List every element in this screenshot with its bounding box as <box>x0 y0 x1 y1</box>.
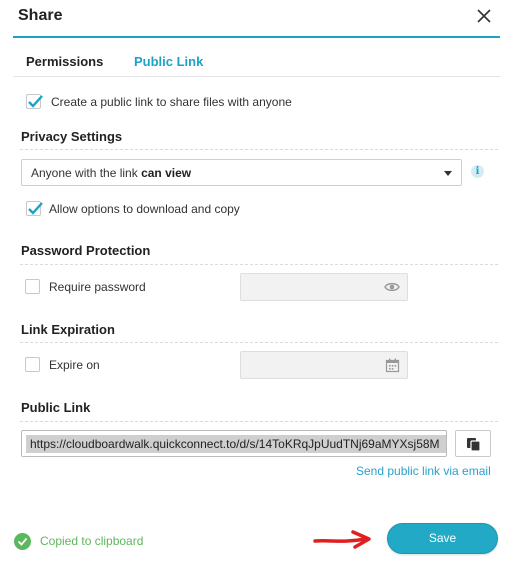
red-arrow-annotation-icon <box>313 530 373 555</box>
tabs-divider <box>13 76 500 77</box>
send-link-via-email-link[interactable]: Send public link via email <box>356 464 491 478</box>
dialog-title: Share <box>18 7 63 24</box>
divider <box>20 149 498 150</box>
public-link-heading: Public Link <box>21 400 91 415</box>
save-button[interactable]: Save <box>387 523 498 554</box>
tab-permissions[interactable]: Permissions <box>26 54 103 69</box>
calendar-icon[interactable] <box>385 358 400 378</box>
divider <box>20 342 498 343</box>
create-link-checkbox[interactable] <box>26 94 43 109</box>
public-link-field[interactable] <box>21 430 447 457</box>
check-circle-icon <box>14 533 31 550</box>
copied-toast-text: Copied to clipboard <box>40 534 144 548</box>
tab-public-link[interactable]: Public Link <box>134 54 203 69</box>
divider <box>20 421 498 422</box>
create-link-label: Create a public link to share files with… <box>51 95 292 109</box>
password-protection-heading: Password Protection <box>21 243 151 258</box>
privacy-settings-heading: Privacy Settings <box>21 129 123 144</box>
chevron-down-icon <box>444 171 452 176</box>
close-icon[interactable] <box>474 6 494 26</box>
eye-icon[interactable] <box>384 280 400 299</box>
public-link-input[interactable] <box>26 435 446 453</box>
copy-link-button[interactable] <box>455 430 491 457</box>
allow-download-checkbox[interactable] <box>26 201 43 216</box>
privacy-select[interactable]: Anyone with the link can view <box>21 159 462 186</box>
header-divider <box>13 36 500 38</box>
allow-download-label: Allow options to download and copy <box>49 202 240 216</box>
copy-icon <box>467 438 481 452</box>
privacy-select-value: Anyone with the link can view <box>31 166 192 180</box>
require-password-label: Require password <box>49 280 146 294</box>
info-icon[interactable]: i <box>471 165 484 178</box>
checkmark-icon <box>28 95 43 108</box>
expiration-date-field[interactable] <box>240 351 408 379</box>
require-password-checkbox[interactable] <box>25 279 40 294</box>
divider <box>20 264 498 265</box>
checkmark-icon <box>28 202 43 215</box>
expire-on-label: Expire on <box>49 358 100 372</box>
password-field[interactable] <box>240 273 408 301</box>
expire-on-checkbox[interactable] <box>25 357 40 372</box>
link-expiration-heading: Link Expiration <box>21 322 115 337</box>
